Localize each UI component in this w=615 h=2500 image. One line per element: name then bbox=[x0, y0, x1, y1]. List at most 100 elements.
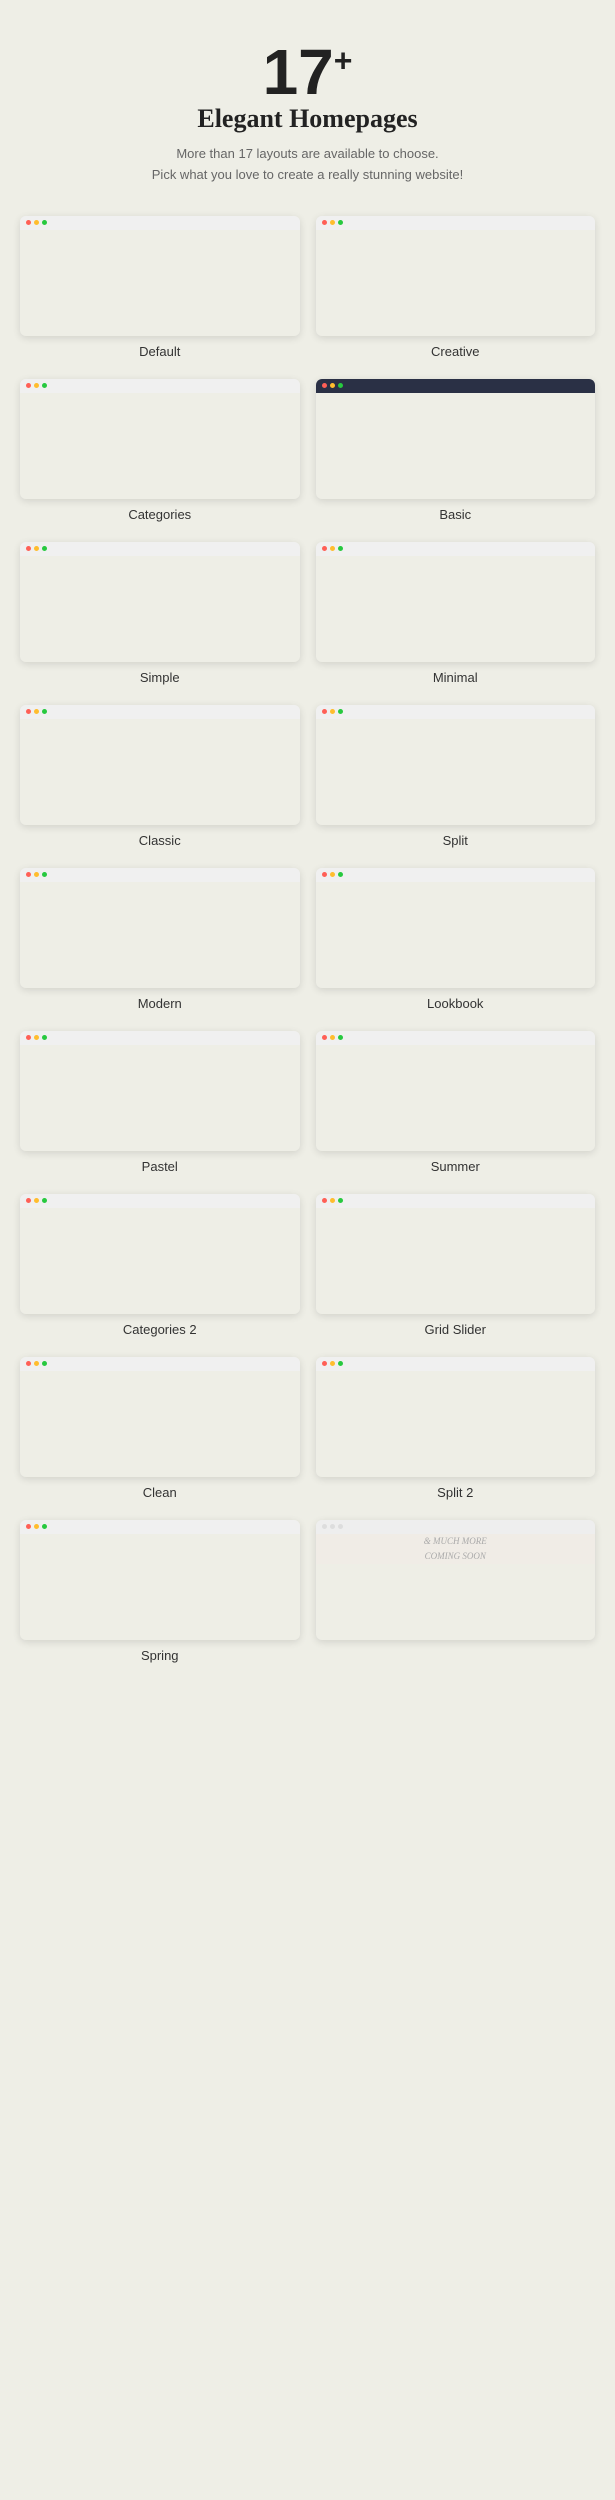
browser-chrome bbox=[20, 1031, 300, 1045]
template-item-creative[interactable]: Pluto S-19Collection Creative bbox=[316, 216, 596, 363]
dot-green bbox=[42, 1035, 47, 1040]
dot-green bbox=[338, 220, 343, 225]
dot-yellow bbox=[330, 872, 335, 877]
template-label-pastel: Pastel bbox=[142, 1159, 178, 1174]
browser-chrome bbox=[316, 705, 596, 719]
dot-red bbox=[26, 1361, 31, 1366]
template-item-summer[interactable]: MEN'SSUMMER Summer bbox=[316, 1031, 596, 1178]
browser-chrome bbox=[316, 379, 596, 393]
dot-yellow bbox=[330, 383, 335, 388]
header-section: 17+ Elegant Homepages More than 17 layou… bbox=[20, 40, 595, 186]
dot-yellow bbox=[34, 383, 39, 388]
template-item-modern[interactable]: PastelInspirion Modern bbox=[20, 868, 300, 1015]
dot-yellow bbox=[330, 546, 335, 551]
template-item-split2[interactable]: BeautifulIn Tune withNature Great Collec… bbox=[316, 1357, 596, 1504]
template-item-categories[interactable]: SS-19 Trending Categories bbox=[20, 379, 300, 526]
dot-yellow bbox=[330, 709, 335, 714]
template-label-minimal: Minimal bbox=[433, 670, 478, 685]
template-label-simple: Simple bbox=[140, 670, 180, 685]
browser-chrome bbox=[316, 1520, 596, 1534]
template-label-split2: Split 2 bbox=[437, 1485, 473, 1500]
browser-chrome bbox=[20, 542, 300, 556]
dot-red bbox=[322, 546, 327, 551]
dot-red bbox=[322, 1035, 327, 1040]
dot-yellow bbox=[34, 1361, 39, 1366]
dot-yellow bbox=[330, 1198, 335, 1203]
browser-chrome bbox=[316, 1031, 596, 1045]
dot-green bbox=[42, 1198, 47, 1203]
dot-red bbox=[26, 220, 31, 225]
dot-yellow bbox=[34, 872, 39, 877]
dot-red bbox=[322, 1361, 327, 1366]
dot-yellow bbox=[34, 709, 39, 714]
template-thumb-clean: G CollectionWinter 19 bbox=[20, 1357, 300, 1477]
dot-red bbox=[322, 709, 327, 714]
template-thumb-split: FW-19On Trending bbox=[316, 705, 596, 825]
template-label-categories2: Categories 2 bbox=[123, 1322, 197, 1337]
template-item-simple[interactable]: NewArrivals fashion s Simple bbox=[20, 542, 300, 689]
dot-green bbox=[42, 546, 47, 551]
template-item-default[interactable]: The DieselBlack Edition SHOP IT Default bbox=[20, 216, 300, 363]
dot-yellow bbox=[34, 546, 39, 551]
dot-green bbox=[42, 1524, 47, 1529]
dot-red bbox=[26, 1198, 31, 1203]
template-item-minimal[interactable]: CollectionKids Headwear Shop Now Minimal bbox=[316, 542, 596, 689]
dot-green bbox=[338, 546, 343, 551]
template-label-creative: Creative bbox=[431, 344, 479, 359]
template-thumb-spring: Hello Spring bbox=[20, 1520, 300, 1640]
template-label-gridslider: Grid Slider bbox=[425, 1322, 486, 1337]
template-thumb-minimal: CollectionKids Headwear Shop Now bbox=[316, 542, 596, 662]
number-text: 17 bbox=[263, 36, 334, 108]
dot-yellow bbox=[330, 1361, 335, 1366]
browser-chrome bbox=[20, 1194, 300, 1208]
dot bbox=[338, 1524, 343, 1529]
dot-red bbox=[26, 383, 31, 388]
browser-chrome bbox=[316, 216, 596, 230]
template-item-basic[interactable]: NIKEAIR27C Basic bbox=[316, 379, 596, 526]
template-item-categories2[interactable]: Fall/ Winter2019─ClothesShoes Categories… bbox=[20, 1194, 300, 1341]
coming-soon-text: & MUCH MORECOMING SOON bbox=[424, 1534, 487, 1565]
dot-red bbox=[322, 872, 327, 877]
template-item-split[interactable]: FW-19On Trending Split bbox=[316, 705, 596, 852]
dot-green bbox=[42, 872, 47, 877]
template-item-classic[interactable]: SS-19 Classic bbox=[20, 705, 300, 852]
dot-red bbox=[322, 383, 327, 388]
dot-green bbox=[42, 220, 47, 225]
template-thumb-categories: SS-19 Trending bbox=[20, 379, 300, 499]
template-label-classic: Classic bbox=[139, 833, 181, 848]
dot-yellow bbox=[34, 1524, 39, 1529]
dot-red bbox=[26, 709, 31, 714]
template-thumb-modern: PastelInspirion bbox=[20, 868, 300, 988]
dot-yellow bbox=[34, 1035, 39, 1040]
templates-grid: The DieselBlack Edition SHOP IT Default bbox=[20, 216, 595, 1667]
dot-yellow bbox=[330, 220, 335, 225]
template-item-gridslider[interactable]: Grid Slider bbox=[316, 1194, 596, 1341]
dot-green bbox=[338, 1198, 343, 1203]
dot bbox=[330, 1524, 335, 1529]
section-title: Elegant Homepages bbox=[20, 104, 595, 134]
template-label-categories: Categories bbox=[128, 507, 191, 522]
dot-green bbox=[42, 709, 47, 714]
browser-chrome bbox=[20, 705, 300, 719]
template-label-clean: Clean bbox=[143, 1485, 177, 1500]
dot-red bbox=[26, 1035, 31, 1040]
template-thumb-default: The DieselBlack Edition SHOP IT bbox=[20, 216, 300, 336]
browser-chrome bbox=[316, 1357, 596, 1371]
browser-chrome bbox=[20, 1520, 300, 1534]
thumb-content: & MUCH MORECOMING SOON bbox=[316, 1534, 596, 1565]
template-item-pastel[interactable]: Pastelaa Inspiron Shop Now Pastel bbox=[20, 1031, 300, 1178]
browser-chrome bbox=[316, 1194, 596, 1208]
dot-green bbox=[338, 872, 343, 877]
dot-yellow bbox=[34, 220, 39, 225]
dot-yellow bbox=[330, 1035, 335, 1040]
template-item-clean[interactable]: G CollectionWinter 19 Clean bbox=[20, 1357, 300, 1504]
browser-chrome bbox=[20, 216, 300, 230]
dot-red bbox=[26, 1524, 31, 1529]
template-thumb-pastel: Pastelaa Inspiron Shop Now bbox=[20, 1031, 300, 1151]
template-item-spring[interactable]: Hello Spring Spring bbox=[20, 1520, 300, 1667]
dot-green bbox=[338, 1361, 343, 1366]
template-label-spring: Spring bbox=[141, 1648, 179, 1663]
template-item-lookbook[interactable]: Red SeasonProject SHOP IT Lookbook bbox=[316, 868, 596, 1015]
page-wrapper: 17+ Elegant Homepages More than 17 layou… bbox=[0, 0, 615, 1727]
dot-red bbox=[26, 546, 31, 551]
